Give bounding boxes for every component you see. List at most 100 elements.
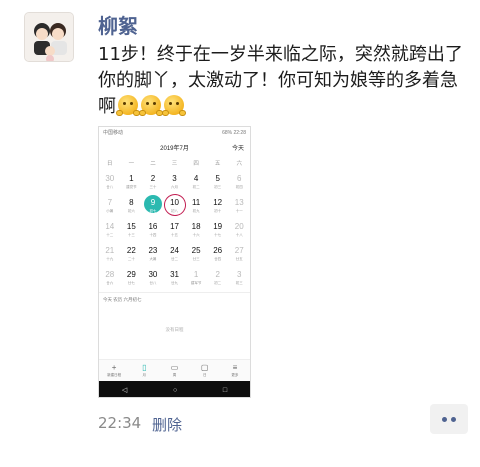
lunar-label: 十五 xyxy=(171,233,179,237)
lunar-label: 廿九 xyxy=(171,281,179,285)
weekday-label: 一 xyxy=(128,161,135,167)
lunar-label: 廿七 xyxy=(127,281,135,285)
tab-icon: ▯ xyxy=(142,363,147,372)
day-number: 4 xyxy=(193,174,199,183)
calendar-tab[interactable]: ▢ 日 xyxy=(190,360,220,381)
day-number: 13 xyxy=(234,198,244,207)
calendar-tab[interactable]: ▯ 月 xyxy=(129,360,159,381)
calendar-day-cell[interactable]: 3 六月 xyxy=(164,170,186,194)
calendar-day-cell[interactable]: 3 初三 xyxy=(228,266,250,290)
calendar-day-cell[interactable]: 30 廿八 xyxy=(142,266,164,290)
lunar-label: 十九 xyxy=(106,257,114,261)
calendar-day-cell[interactable]: 19 十七 xyxy=(207,218,229,242)
day-number: 3 xyxy=(172,174,177,183)
calendar-tab[interactable]: ▭ 周 xyxy=(159,360,189,381)
calendar-day-cell[interactable]: 10 初八 xyxy=(161,191,188,219)
calendar-day-cell[interactable]: 21 十九 xyxy=(99,242,121,266)
day-number: 28 xyxy=(105,270,115,279)
day-number: 21 xyxy=(105,246,115,255)
calendar-tab[interactable]: ≡ 更多 xyxy=(220,360,250,381)
tab-icon: ▭ xyxy=(170,363,179,372)
back-icon[interactable]: ◁ xyxy=(122,386,127,394)
calendar-day-cell[interactable]: 13 十一 xyxy=(228,194,250,218)
calendar-day-cell[interactable]: 20 十八 xyxy=(228,218,250,242)
day-number: 12 xyxy=(213,198,223,207)
lunar-label: 初二 xyxy=(214,281,222,285)
calendar-day-cell[interactable]: 1 建军节 xyxy=(185,266,207,290)
delete-link[interactable]: 删除 xyxy=(152,414,182,435)
calendar-day-cell[interactable]: 22 二十 xyxy=(121,242,143,266)
tab-label: 日 xyxy=(202,373,207,377)
more-actions-button[interactable] xyxy=(430,404,468,434)
calendar-day-cell[interactable]: 15 十三 xyxy=(121,218,143,242)
tab-icon: ≡ xyxy=(232,363,238,372)
calendar-day-cell[interactable]: 30 廿八 xyxy=(99,170,121,194)
calendar-day-cell[interactable]: 31 廿九 xyxy=(164,266,186,290)
calendar-day-cell[interactable]: 11 初九 xyxy=(185,194,207,218)
day-number: 6 xyxy=(237,174,242,183)
no-event-text: 没有日程 xyxy=(165,327,184,332)
calendar-day-cell[interactable]: 2 初二 xyxy=(207,266,229,290)
calendar-day-cell[interactable]: 2 三十 xyxy=(142,170,164,194)
calendar-day-cell[interactable]: 17 十五 xyxy=(164,218,186,242)
calendar-day-cell[interactable]: 27 廿五 xyxy=(228,242,250,266)
weekday-label: 六 xyxy=(236,161,243,167)
lunar-label: 十二 xyxy=(106,233,114,237)
lunar-label: 十一 xyxy=(235,209,243,213)
lunar-label: 十三 xyxy=(127,233,135,237)
calendar-day-cell[interactable]: 12 初十 xyxy=(207,194,229,218)
recents-icon[interactable]: □ xyxy=(223,387,227,394)
author-avatar[interactable] xyxy=(24,12,74,62)
lunar-label: 廿三 xyxy=(192,257,200,261)
author-name[interactable]: 柳絮 xyxy=(98,10,138,39)
calendar-header: 2019年7月 今天 xyxy=(99,138,250,156)
phone-status-bar: 中国移动 68% 22:28 xyxy=(99,127,250,138)
day-number: 15 xyxy=(126,222,136,231)
lunar-label: 初三 xyxy=(235,281,243,285)
calendar-day-cell[interactable]: 28 廿六 xyxy=(99,266,121,290)
calendar-day-cell[interactable]: 7 小暑 xyxy=(99,194,121,218)
dot-icon xyxy=(451,416,456,422)
calendar-day-cell[interactable]: 1 建党节 xyxy=(121,170,143,194)
day-number: 24 xyxy=(170,246,179,255)
calendar-day-cell[interactable]: 25 廿三 xyxy=(185,242,207,266)
lunar-label: 廿六 xyxy=(106,281,114,285)
lunar-label: 十八 xyxy=(235,233,243,237)
day-number: 25 xyxy=(191,246,201,255)
lunar-label: 初七 xyxy=(149,209,157,213)
calendar-day-cell[interactable]: 16 十四 xyxy=(142,218,164,242)
day-number: 5 xyxy=(215,174,220,183)
day-number: 8 xyxy=(129,198,134,207)
calendar-day-cell[interactable]: 14 十二 xyxy=(99,218,121,242)
calendar-day-cell[interactable]: 24 廿二 xyxy=(164,242,186,266)
calendar-day-cell[interactable]: 5 初三 xyxy=(207,170,229,194)
day-number: 30 xyxy=(105,174,115,183)
calendar-day-cell[interactable]: 23 大暑 xyxy=(142,242,164,266)
calendar-day-cell[interactable]: 6 初四 xyxy=(228,170,250,194)
day-number: 18 xyxy=(191,222,201,231)
calendar-screenshot[interactable]: 中国移动 68% 22:28 2019年7月 今天 日 一 二 三 四 五 六 30 廿八 1 建… xyxy=(98,126,251,398)
day-number: 27 xyxy=(234,246,244,255)
day-number: 9 xyxy=(150,198,156,207)
lunar-label: 初二 xyxy=(192,185,200,189)
lunar-label: 廿二 xyxy=(171,257,179,261)
calendar-tab[interactable]: + 新建日程 xyxy=(99,360,129,381)
lunar-label: 三十 xyxy=(149,185,157,189)
calendar-week-row: 30 廿八 1 建党节 2 三十 3 六月 4 初二 5 初三 6 初四 xyxy=(99,170,250,194)
calendar-day-cell[interactable]: 8 初六 xyxy=(121,194,143,218)
calendar-day-cell[interactable]: 18 十六 xyxy=(185,218,207,242)
lunar-label: 初十 xyxy=(214,209,222,213)
lunar-label: 建军节 xyxy=(190,281,202,285)
calendar-day-cell[interactable]: 26 廿四 xyxy=(207,242,229,266)
calendar-day-cell[interactable]: 4 初二 xyxy=(185,170,207,194)
calendar-tab-bar: + 新建日程 ▯ 月 ▭ 周 ▢ 日 ≡ 更多 xyxy=(99,359,250,381)
weekday-label: 三 xyxy=(171,161,178,167)
calendar-week-row: 14 十二 15 十三 16 十四 17 十五 18 十六 19 十七 20 十八 xyxy=(99,218,250,242)
lunar-label: 廿四 xyxy=(214,257,222,261)
home-icon[interactable]: ○ xyxy=(173,387,177,394)
lunar-label: 小暑 xyxy=(106,209,114,213)
lunar-label: 大暑 xyxy=(149,257,157,261)
day-number: 11 xyxy=(191,198,201,207)
calendar-day-cell[interactable]: 29 廿七 xyxy=(121,266,143,290)
calendar-day-cell[interactable]: 9 初七 xyxy=(142,194,164,218)
